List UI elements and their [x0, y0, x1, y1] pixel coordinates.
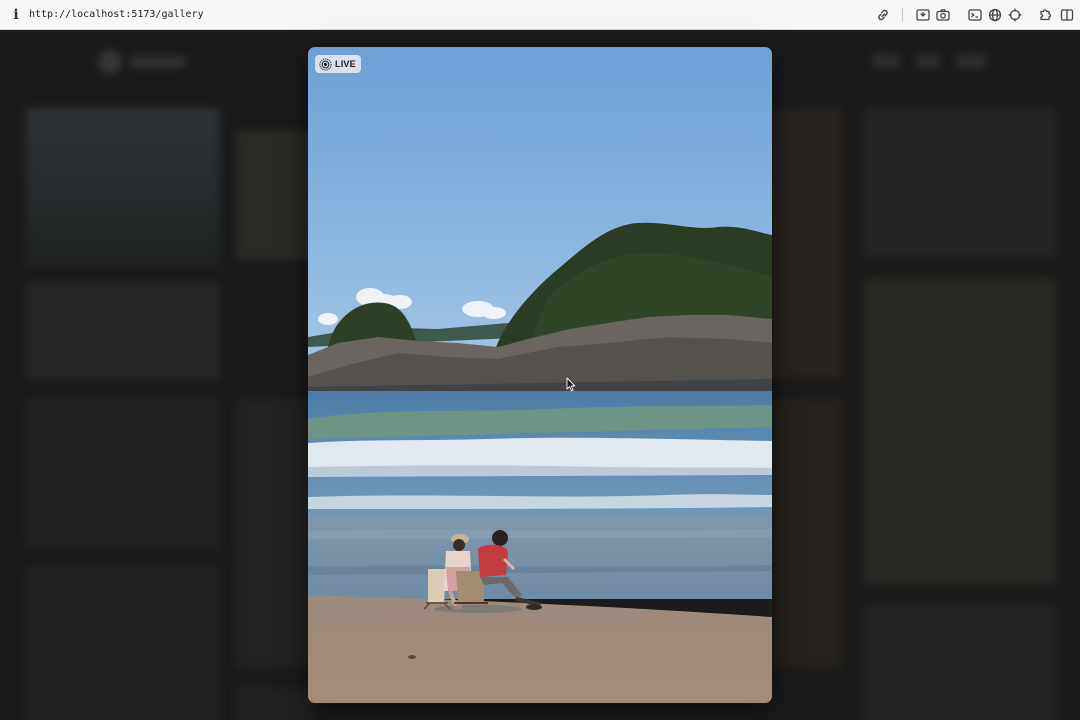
gallery-thumbnail[interactable]	[864, 604, 1056, 720]
address-bar-url[interactable]: http://localhost:5173/gallery	[29, 8, 204, 22]
beach-photo	[308, 47, 772, 703]
sidebar-icon[interactable]	[1059, 7, 1075, 23]
info-icon[interactable]: i	[10, 7, 22, 23]
gallery-thumbnail[interactable]	[236, 686, 316, 720]
live-photo-icon	[319, 57, 332, 71]
gallery-thumbnail[interactable]	[26, 398, 220, 548]
terminal-icon[interactable]	[967, 7, 983, 23]
link-icon[interactable]	[875, 7, 891, 23]
gallery-thumbnail[interactable]	[772, 108, 842, 378]
live-badge-label: LIVE	[335, 59, 356, 69]
crosshair-icon[interactable]	[1007, 7, 1023, 23]
browser-toolbar: i http://localhost:5173/gallery	[0, 0, 1080, 30]
gallery-logo	[98, 48, 190, 76]
nav-item	[872, 54, 900, 68]
globe-icon[interactable]	[987, 7, 1003, 23]
gallery-thumbnail[interactable]	[864, 108, 1056, 258]
gallery-thumbnail[interactable]	[236, 130, 316, 260]
gallery-thumbnail[interactable]	[864, 278, 1056, 584]
live-photo-badge[interactable]: LIVE	[315, 55, 361, 73]
nav-item	[916, 54, 940, 68]
screenshot-area-icon[interactable]	[915, 7, 931, 23]
gallery-thumbnail[interactable]	[26, 108, 220, 268]
mouse-cursor-icon	[566, 377, 576, 392]
camera-icon[interactable]	[935, 7, 951, 23]
gallery-thumbnail[interactable]	[26, 282, 220, 380]
gallery-thumbnail[interactable]	[772, 398, 842, 668]
lightbox-photo[interactable]: LIVE	[308, 47, 772, 703]
gallery-thumbnail[interactable]	[236, 398, 316, 668]
nav-item	[956, 54, 986, 68]
extension-icon[interactable]	[1038, 7, 1054, 23]
gallery-thumbnail[interactable]	[26, 566, 220, 720]
toolbar-divider	[902, 8, 903, 22]
